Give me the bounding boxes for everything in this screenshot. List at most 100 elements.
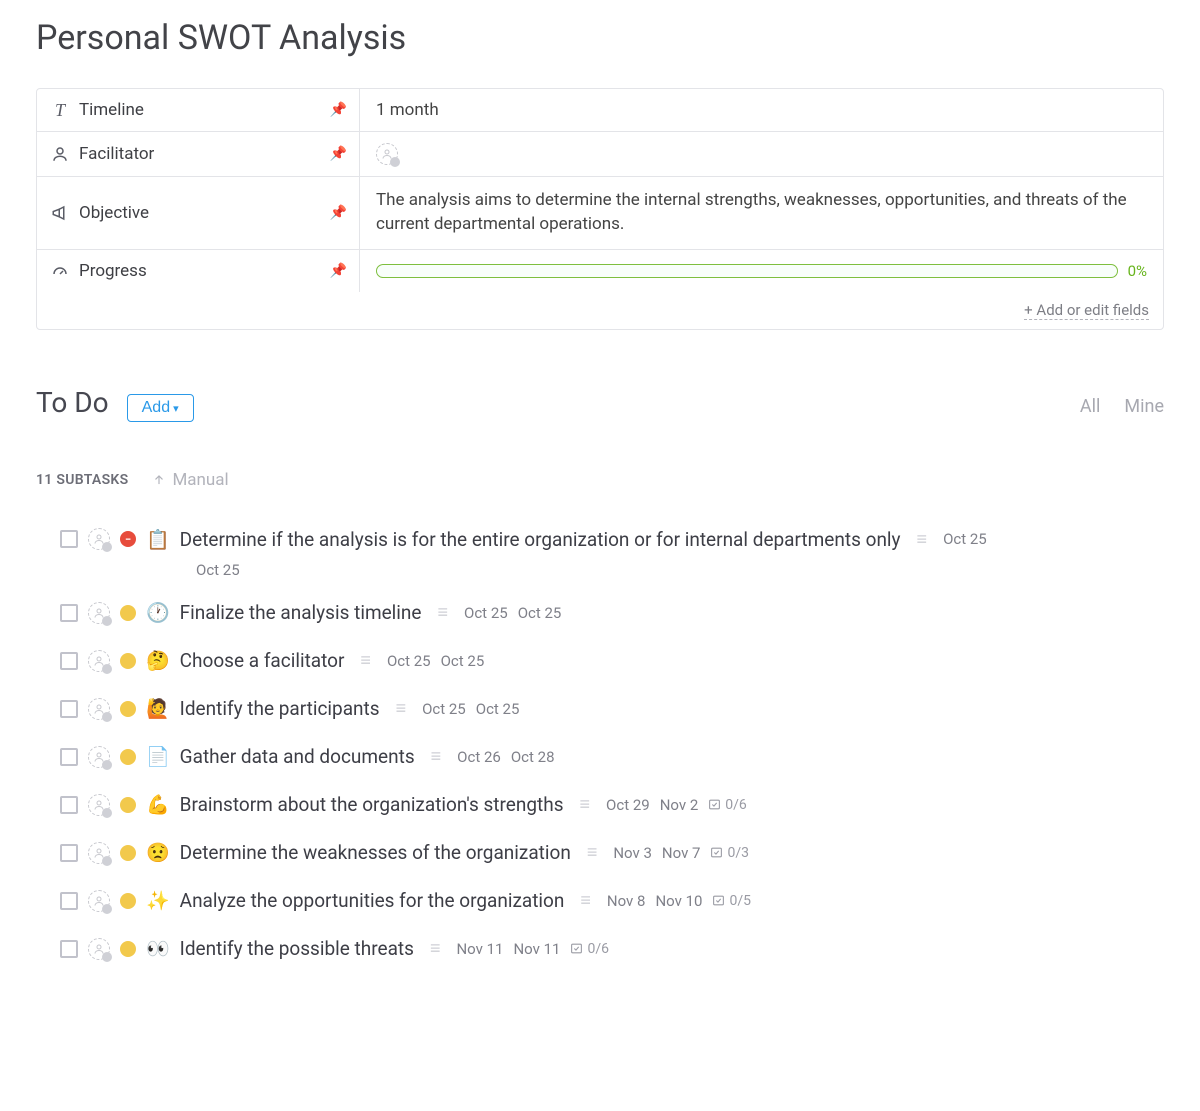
task-row[interactable]: 🕐Finalize the analysis timeline≡Oct 25Oc… (60, 589, 1164, 637)
task-checkbox[interactable] (60, 652, 78, 670)
task-title[interactable]: Determine the weaknesses of the organiza… (180, 841, 571, 864)
task-date-end[interactable]: Nov 7 (662, 844, 701, 862)
drag-handle-icon[interactable]: ≡ (360, 650, 371, 671)
drag-handle-icon[interactable]: ≡ (430, 938, 441, 959)
assignee-avatar[interactable] (88, 528, 110, 550)
task-date-end[interactable]: Oct 28 (511, 748, 555, 766)
field-row-progress[interactable]: Progress 📌 0% (37, 250, 1163, 292)
task-date-start[interactable]: Oct 25 (387, 652, 431, 670)
drag-handle-icon[interactable]: ≡ (396, 698, 407, 719)
assignee-avatar[interactable] (88, 746, 110, 768)
task-row[interactable]: 🤔Choose a facilitator≡Oct 25Oct 25 (60, 637, 1164, 685)
field-label-cell: Objective 📌 (37, 177, 360, 249)
field-row-timeline[interactable]: T Timeline 📌 1 month (37, 89, 1163, 132)
pin-icon[interactable]: 📌 (330, 205, 347, 221)
task-date-end[interactable]: Nov 10 (655, 892, 702, 910)
drag-handle-icon[interactable]: ≡ (580, 794, 591, 815)
task-checkbox[interactable] (60, 530, 78, 548)
task-row[interactable]: 📄Gather data and documents≡Oct 26Oct 28 (60, 733, 1164, 781)
task-date-start[interactable]: Oct 25 (943, 530, 987, 548)
status-dot[interactable]: − (120, 531, 136, 547)
task-date-start[interactable]: Nov 3 (613, 844, 652, 862)
subtask-count[interactable]: 0/5 (712, 893, 751, 909)
field-value[interactable] (360, 132, 1163, 176)
assignee-avatar[interactable] (88, 602, 110, 624)
task-checkbox[interactable] (60, 604, 78, 622)
status-dot[interactable] (120, 701, 136, 717)
subtask-count[interactable]: 0/3 (710, 845, 749, 861)
task-date-start[interactable]: Nov 8 (607, 892, 646, 910)
section-title-todo: To Do (36, 386, 109, 419)
task-date-start[interactable]: Oct 25 (422, 700, 466, 718)
progress-bar (376, 264, 1118, 278)
add-edit-fields-button[interactable]: + Add or edit fields (1024, 301, 1149, 320)
task-checkbox[interactable] (60, 892, 78, 910)
task-date-end[interactable]: Oct 25 (518, 604, 562, 622)
assignee-avatar[interactable] (88, 842, 110, 864)
task-title[interactable]: Analyze the opportunities for the organi… (180, 889, 565, 912)
task-title[interactable]: Identify the possible threats (180, 937, 414, 960)
field-value[interactable]: 1 month (360, 89, 1163, 131)
task-date-start[interactable]: Oct 26 (457, 748, 501, 766)
pin-icon[interactable]: 📌 (330, 146, 347, 162)
sort-button[interactable]: Manual (152, 470, 228, 490)
task-row[interactable]: 🙋Identify the participants≡Oct 25Oct 25 (60, 685, 1164, 733)
assignee-avatar[interactable] (88, 890, 110, 912)
task-date-end[interactable]: Oct 25 (476, 700, 520, 718)
task-checkbox[interactable] (60, 796, 78, 814)
task-row[interactable]: −📋Determine if the analysis is for the e… (60, 518, 1164, 589)
field-row-objective[interactable]: Objective 📌 The analysis aims to determi… (37, 177, 1163, 250)
filter-mine[interactable]: Mine (1124, 396, 1164, 417)
assignee-avatar[interactable] (88, 794, 110, 816)
task-emoji-icon: 😟 (146, 841, 170, 864)
status-dot[interactable] (120, 653, 136, 669)
task-date-end[interactable]: Oct 25 (441, 652, 485, 670)
task-row[interactable]: 💪Brainstorm about the organization's str… (60, 781, 1164, 829)
subtask-count[interactable]: 0/6 (708, 797, 747, 813)
task-checkbox[interactable] (60, 700, 78, 718)
field-label-cell: Facilitator 📌 (37, 132, 360, 176)
status-dot[interactable] (120, 845, 136, 861)
status-dot[interactable] (120, 605, 136, 621)
task-title[interactable]: Brainstorm about the organization's stre… (180, 793, 564, 816)
task-row[interactable]: 😟 Determine the weaknesses of the organiz… (60, 829, 1164, 877)
pin-icon[interactable]: 📌 (330, 102, 347, 118)
assignee-avatar[interactable] (88, 938, 110, 960)
drag-handle-icon[interactable]: ≡ (587, 842, 598, 863)
add-button[interactable]: Add (127, 394, 194, 422)
task-date-start[interactable]: Oct 25 (464, 604, 508, 622)
drag-handle-icon[interactable]: ≡ (431, 746, 442, 767)
task-title[interactable]: Determine if the analysis is for the ent… (180, 528, 901, 551)
task-row[interactable]: ✨Analyze the opportunities for the organ… (60, 877, 1164, 925)
task-date-end[interactable]: Oct 25 (60, 561, 1164, 579)
assignee-avatar[interactable] (88, 698, 110, 720)
field-row-facilitator[interactable]: Facilitator 📌 (37, 132, 1163, 177)
task-date-end[interactable]: Nov 11 (513, 940, 560, 958)
task-title[interactable]: Identify the participants (180, 697, 380, 720)
pin-icon[interactable]: 📌 (330, 263, 347, 279)
empty-avatar-icon[interactable] (376, 143, 398, 165)
task-date-start[interactable]: Oct 29 (606, 796, 650, 814)
status-dot[interactable] (120, 749, 136, 765)
task-checkbox[interactable] (60, 844, 78, 862)
status-dot[interactable] (120, 941, 136, 957)
field-value[interactable]: The analysis aims to determine the inter… (360, 177, 1163, 249)
status-dot[interactable] (120, 893, 136, 909)
drag-handle-icon[interactable]: ≡ (580, 890, 591, 911)
assignee-avatar[interactable] (88, 650, 110, 672)
field-label: Progress (79, 261, 147, 281)
task-checkbox[interactable] (60, 748, 78, 766)
status-dot[interactable] (120, 797, 136, 813)
task-date-end[interactable]: Nov 2 (660, 796, 699, 814)
task-title[interactable]: Choose a facilitator (180, 649, 345, 672)
drag-handle-icon[interactable]: ≡ (917, 529, 928, 550)
task-title[interactable]: Gather data and documents (180, 745, 415, 768)
drag-handle-icon[interactable]: ≡ (438, 602, 449, 623)
field-value[interactable]: 0% (360, 250, 1163, 292)
task-title[interactable]: Finalize the analysis timeline (180, 601, 422, 624)
filter-all[interactable]: All (1080, 396, 1101, 417)
task-date-start[interactable]: Nov 11 (456, 940, 503, 958)
task-row[interactable]: 👀Identify the possible threats≡Nov 11Nov… (60, 925, 1164, 973)
task-checkbox[interactable] (60, 940, 78, 958)
subtask-count[interactable]: 0/6 (570, 941, 609, 957)
